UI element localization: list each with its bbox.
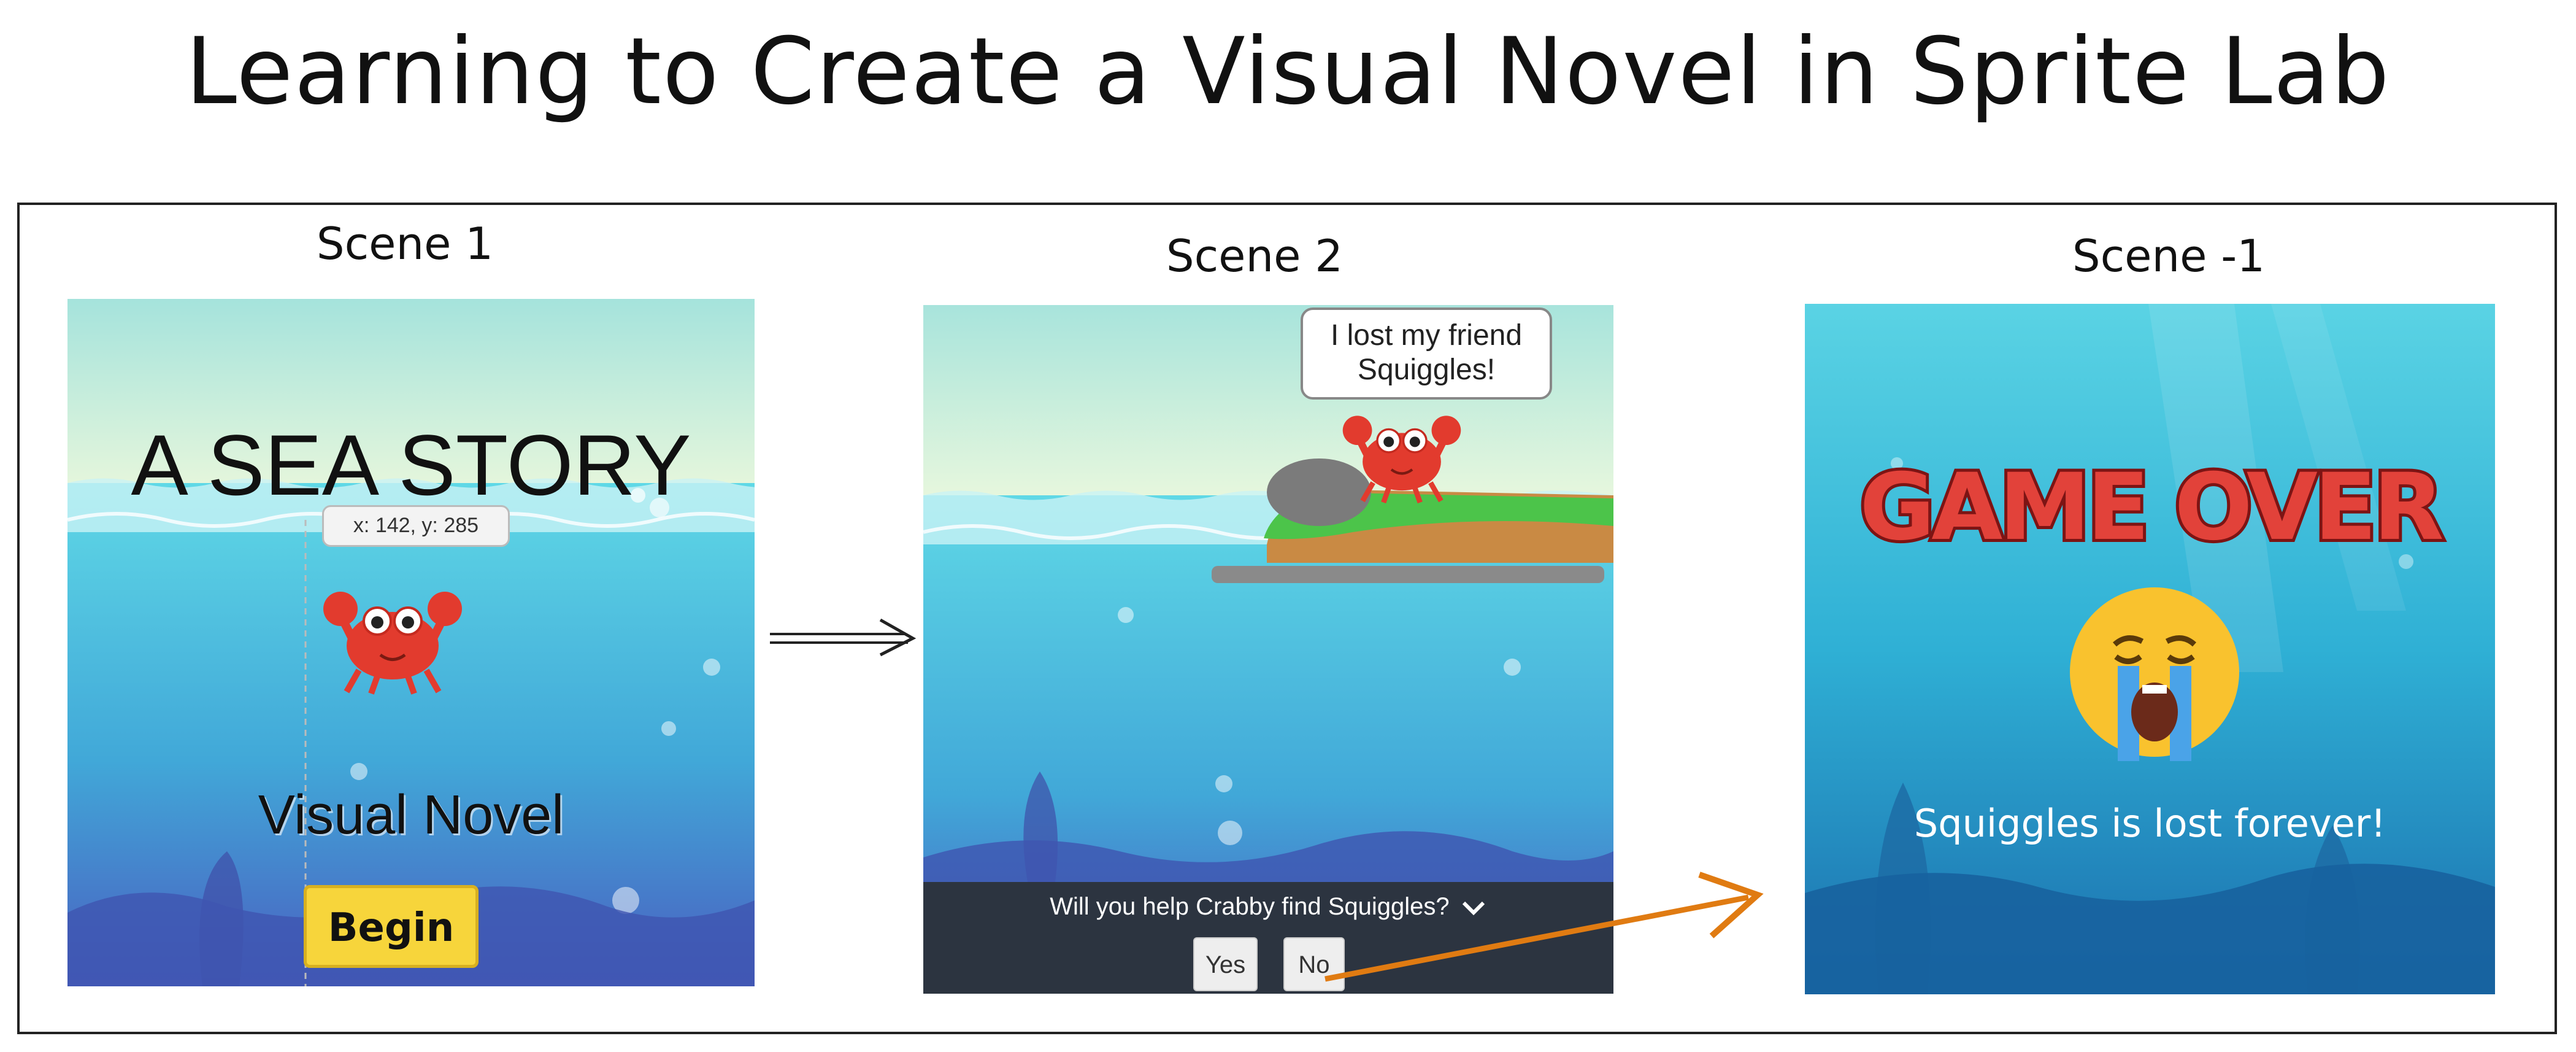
coordinate-readout: x: 142, y: 285 (322, 505, 510, 547)
crying-face-icon (2070, 587, 2239, 761)
scene-1-panel: A SEA STORY x: 142, y: 285 Visual Novel … (67, 299, 755, 986)
story-subtitle: Visual Novel (258, 784, 564, 846)
prompt-text: Will you help Crabby find Squiggles? (1050, 893, 1450, 920)
crab-icon[interactable] (1331, 403, 1472, 505)
begin-button[interactable]: Begin (304, 885, 479, 968)
game-over-title: GAME OVER (1856, 451, 2447, 564)
crab-icon[interactable] (310, 578, 475, 695)
speech-line-1: I lost my friend (1330, 319, 1523, 352)
choice-prompt-bar: Will you help Crabby find Squiggles? Yes… (923, 882, 1613, 994)
chevron-down-icon[interactable] (1460, 899, 1487, 917)
scene-neg1-label: Scene -1 (2072, 230, 2266, 282)
scene-game-over-panel: GAME OVER Squiggles is lost forever! (1805, 304, 2495, 994)
no-button[interactable]: No (1283, 937, 1345, 991)
scene-2-panel: I lost my friend Squiggles! Will you hel… (923, 305, 1613, 994)
story-title: A SEA STORY (131, 417, 691, 513)
choice-prompt: Will you help Crabby find Squiggles? (923, 893, 1613, 921)
speech-bubble: I lost my friend Squiggles! (1301, 307, 1552, 400)
speech-line-2: Squiggles! (1357, 354, 1496, 386)
game-over-message: Squiggles is lost forever! (1913, 801, 2386, 846)
yes-button[interactable]: Yes (1193, 937, 1258, 991)
scene-1-label: Scene 1 (316, 218, 494, 269)
page-title: Learning to Create a Visual Novel in Spr… (185, 18, 2391, 125)
scene-2-label: Scene 2 (1166, 230, 1344, 282)
